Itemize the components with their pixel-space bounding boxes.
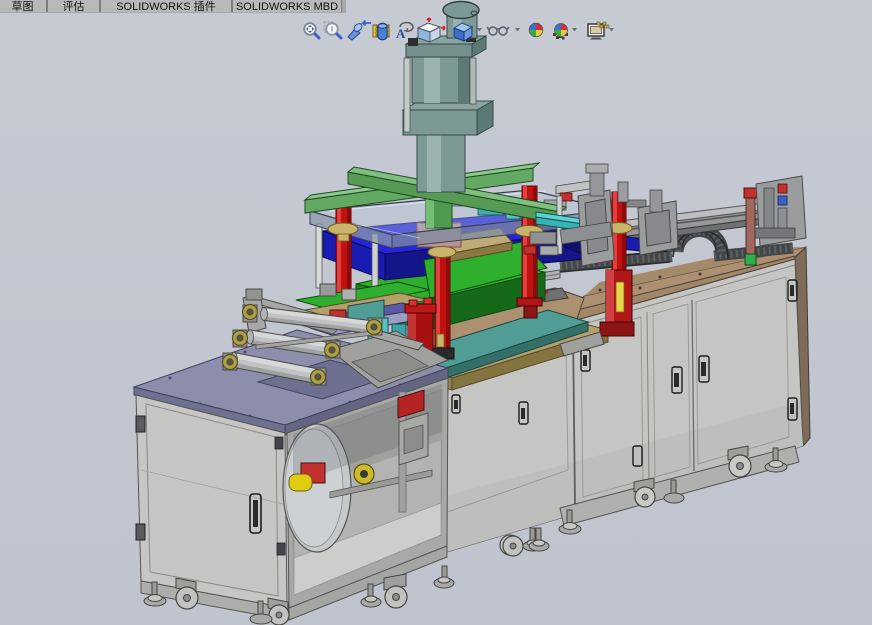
svg-text:A: A (396, 26, 406, 41)
